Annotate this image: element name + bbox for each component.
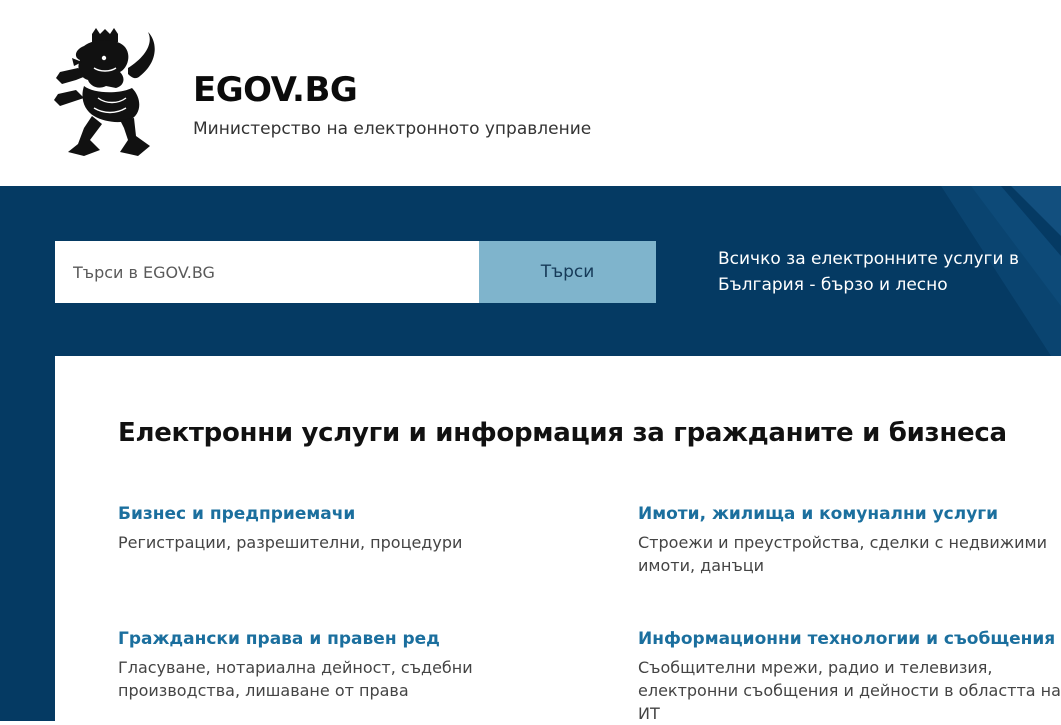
hero-tagline: Всичко за електронните услуги в България… [718, 249, 1019, 295]
site-header: EGOV.BG Министерство на електронното упр… [0, 0, 1061, 186]
section-title: Електронни услуги и информация за гражда… [118, 418, 1007, 448]
category-property: Имоти, жилища и комунални услуги Строежи… [638, 504, 1061, 577]
category-link-it-communications[interactable]: Информационни технологии и съобщения [638, 629, 1061, 649]
category-description: Съобщителни мрежи, радио и телевизия, ел… [638, 658, 1061, 723]
search-button[interactable]: Търси [479, 241, 656, 303]
category-civil-rights: Граждански права и правен ред Гласуване,… [118, 629, 548, 702]
category-description: Гласуване, нотариална дейност, съдебни п… [118, 658, 473, 700]
site-title[interactable]: EGOV.BG [193, 70, 358, 110]
hero-search-band: Търси Всичко за електронните услуги в Бъ… [0, 186, 1061, 356]
search-input[interactable] [55, 241, 479, 303]
category-link-property[interactable]: Имоти, жилища и комунални услуги [638, 504, 1061, 524]
left-decorative-strip [0, 356, 55, 721]
category-link-civil-rights[interactable]: Граждански права и правен ред [118, 629, 548, 649]
category-it-communications: Информационни технологии и съобщения Съо… [638, 629, 1061, 725]
category-business: Бизнес и предприемачи Регистрации, разре… [118, 504, 548, 554]
coat-of-arms-icon[interactable] [54, 28, 156, 158]
services-section: Електронни услуги и информация за гражда… [55, 356, 1061, 723]
category-link-business[interactable]: Бизнес и предприемачи [118, 504, 548, 524]
category-description: Регистрации, разрешителни, процедури [118, 533, 463, 552]
site-subtitle: Министерство на електронното управление [193, 119, 592, 139]
category-description: Строежи и преустройства, сделки с недвиж… [638, 533, 1048, 575]
